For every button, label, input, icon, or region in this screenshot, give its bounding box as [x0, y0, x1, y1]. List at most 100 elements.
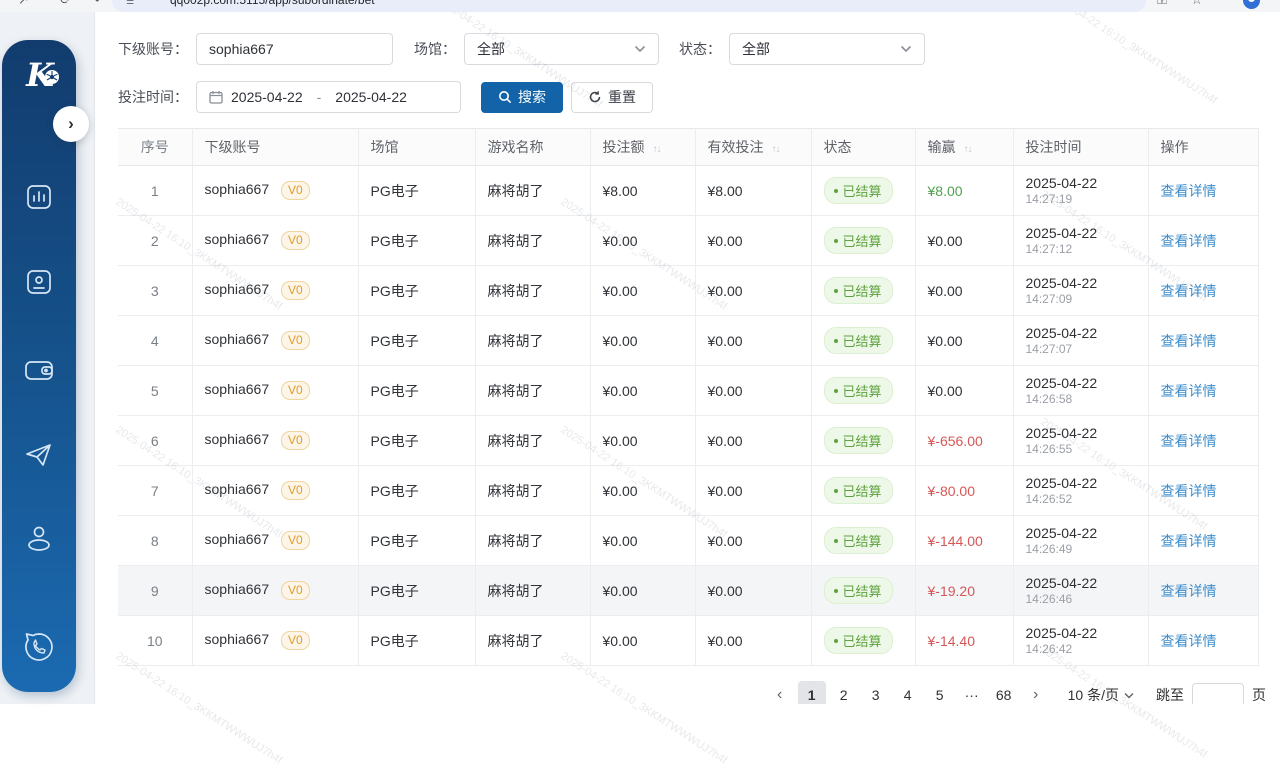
forward-icon[interactable]: ↗ — [18, 0, 29, 8]
view-details-link[interactable]: 查看详情 — [1161, 183, 1217, 199]
wallet-icon — [23, 355, 55, 385]
cell-account: sophia667 V0 — [192, 616, 358, 666]
header-actions: 操作 — [1148, 129, 1258, 166]
date-range-input[interactable]: 2025-04-22 - 2025-04-22 — [196, 81, 461, 113]
status-badge: 已结算 — [824, 327, 893, 354]
site-info-icon[interactable]: ☰ — [126, 0, 142, 8]
view-details-link[interactable]: 查看详情 — [1161, 633, 1217, 649]
filter-row-2: 投注时间： 2025-04-22 - 2025-04-22 搜索 重置 — [118, 81, 925, 113]
page-number-button[interactable]: 1 — [798, 681, 826, 704]
view-details-link[interactable]: 查看详情 — [1161, 333, 1217, 349]
page-number-button[interactable]: ··· — [958, 681, 986, 704]
view-details-link[interactable]: 查看详情 — [1161, 533, 1217, 549]
page-number-button[interactable]: 2 — [830, 681, 858, 704]
star-icon[interactable]: ☆ — [1191, 0, 1203, 8]
cell-index: 8 — [118, 516, 192, 566]
win-loss-value: ¥0.00 — [928, 383, 963, 399]
cell-game: 麻将胡了 — [475, 166, 590, 216]
home-icon[interactable]: • — [95, 0, 100, 7]
view-details-link[interactable]: 查看详情 — [1161, 283, 1217, 299]
view-details-link[interactable]: 查看详情 — [1161, 583, 1217, 599]
url-text: qq002p.com:5115/app/subordinate/bet — [170, 0, 375, 10]
level-badge: V0 — [281, 281, 310, 300]
view-details-link[interactable]: 查看详情 — [1161, 483, 1217, 499]
chevron-down-icon — [634, 45, 646, 53]
sort-icon[interactable]: ↑↓ — [964, 144, 972, 155]
jump-page-input[interactable] — [1192, 683, 1244, 704]
sidebar-expand-button[interactable]: › — [53, 106, 89, 142]
bet-date: 2025-04-22 — [1026, 325, 1136, 341]
cell-account: sophia667 V0 — [192, 166, 358, 216]
send-icon — [23, 440, 55, 470]
win-loss-value: ¥-14.40 — [928, 633, 975, 649]
page-unit-label: 页 — [1252, 685, 1266, 704]
header-bet-amount: 投注额↑↓ — [590, 129, 695, 166]
cell-win-loss: ¥0.00 — [915, 216, 1013, 266]
level-badge: V0 — [281, 531, 310, 550]
account-name: sophia667 — [205, 531, 270, 547]
next-page-button[interactable]: › — [1022, 681, 1050, 704]
cell-game: 麻将胡了 — [475, 466, 590, 516]
view-details-link[interactable]: 查看详情 — [1161, 383, 1217, 399]
page-number-button[interactable]: 4 — [894, 681, 922, 704]
cell-account: sophia667 V0 — [192, 466, 358, 516]
cell-game: 麻将胡了 — [475, 366, 590, 416]
bet-date: 2025-04-22 — [1026, 525, 1136, 541]
cell-valid-bet: ¥0.00 — [695, 366, 811, 416]
cell-valid-bet: ¥0.00 — [695, 316, 811, 366]
prev-page-button[interactable]: ‹ — [766, 681, 794, 704]
sort-icon[interactable]: ↑↓ — [772, 144, 780, 155]
header-index: 序号 — [118, 129, 192, 166]
sidebar-item-members[interactable] — [2, 267, 76, 297]
status-badge: 已结算 — [824, 177, 893, 204]
search-button[interactable]: 搜索 — [481, 82, 563, 113]
cell-index: 1 — [118, 166, 192, 216]
table-row: 6 sophia667 V0 PG电子 麻将胡了 ¥0.00 ¥0.00 已结算… — [118, 416, 1258, 466]
page-size-select[interactable]: 10 条/页 — [1068, 685, 1134, 704]
status-badge: 已结算 — [824, 277, 893, 304]
avatar[interactable] — [1243, 0, 1260, 9]
bar-chart-icon — [24, 182, 54, 212]
view-details-link[interactable]: 查看详情 — [1161, 233, 1217, 249]
venue-value: 全部 — [477, 39, 505, 59]
bet-time: 14:26:42 — [1026, 642, 1136, 656]
header-venue: 场馆 — [358, 129, 475, 166]
filter-panel: 下级账号： sophia667 场馆： 全部 状态： 全部 投注时间： 2025… — [118, 33, 925, 113]
key-icon[interactable]: ⚿ — [1157, 0, 1167, 8]
cell-account: sophia667 V0 — [192, 566, 358, 616]
cell-win-loss: ¥-14.40 — [915, 616, 1013, 666]
cell-action: 查看详情 — [1148, 466, 1258, 516]
page-number-button[interactable]: 68 — [990, 681, 1018, 704]
chevron-down-icon — [900, 45, 912, 53]
cell-index: 2 — [118, 216, 192, 266]
sidebar-item-messages[interactable] — [2, 440, 76, 470]
cell-venue: PG电子 — [358, 416, 475, 466]
reload-icon[interactable]: ⟳ — [60, 0, 71, 8]
status-label: 状态： — [679, 39, 721, 59]
status-select[interactable]: 全部 — [729, 33, 925, 65]
sidebar-item-reports[interactable] — [2, 182, 76, 212]
cell-valid-bet: ¥0.00 — [695, 616, 811, 666]
reset-button[interactable]: 重置 — [571, 82, 653, 113]
cell-status: 已结算 — [811, 416, 915, 466]
cell-status: 已结算 — [811, 366, 915, 416]
page-number-button[interactable]: 5 — [926, 681, 954, 704]
page-number-button[interactable]: 3 — [862, 681, 890, 704]
cell-bet-time: 2025-04-22 14:26:58 — [1013, 366, 1148, 416]
cell-status: 已结算 — [811, 316, 915, 366]
address-bar[interactable]: ☰ qq002p.com:5115/app/subordinate/bet — [112, 0, 1146, 12]
win-loss-value: ¥-80.00 — [928, 483, 975, 499]
sidebar-item-profile[interactable] — [2, 523, 76, 555]
venue-select[interactable]: 全部 — [464, 33, 659, 65]
cell-account: sophia667 V0 — [192, 416, 358, 466]
bet-date: 2025-04-22 — [1026, 425, 1136, 441]
cell-win-loss: ¥-80.00 — [915, 466, 1013, 516]
account-input[interactable]: sophia667 — [196, 33, 393, 65]
sidebar-item-wallet[interactable] — [2, 355, 76, 385]
sidebar-item-support[interactable] — [2, 630, 76, 666]
venue-label: 场馆： — [414, 39, 456, 59]
cell-bet-time: 2025-04-22 14:26:42 — [1013, 616, 1148, 666]
view-details-link[interactable]: 查看详情 — [1161, 433, 1217, 449]
sort-icon[interactable]: ↑↓ — [653, 144, 661, 155]
app-logo[interactable]: K — [2, 56, 76, 94]
